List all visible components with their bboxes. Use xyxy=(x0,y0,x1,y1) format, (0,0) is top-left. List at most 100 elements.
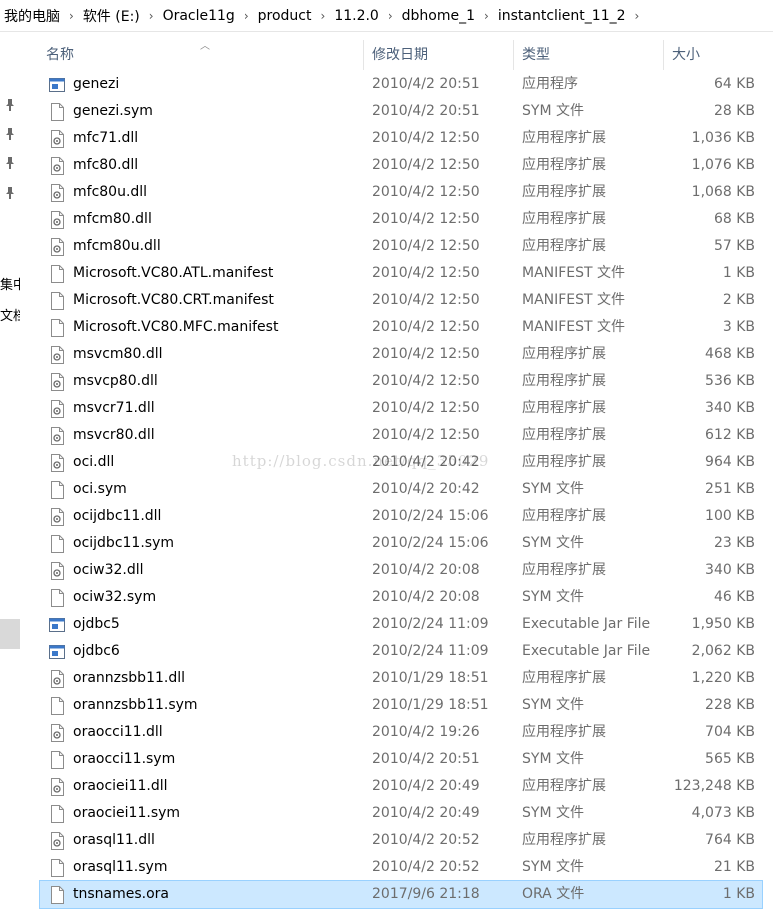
file-type: 应用程序扩展 xyxy=(522,670,606,686)
file-size: 764 KB xyxy=(705,832,755,848)
file-row[interactable]: mfcm80.dll 2010/4/2 12:50 应用程序扩展 68 KB xyxy=(40,206,762,233)
column-header-type[interactable]: 类型 xyxy=(514,40,664,70)
file-size: 2 KB xyxy=(722,292,755,308)
file-type: MANIFEST 文件 xyxy=(522,292,626,308)
file-type: 应用程序扩展 xyxy=(522,130,606,146)
pin-icon[interactable] xyxy=(5,187,15,199)
column-header-size[interactable]: 大小 xyxy=(664,40,762,70)
file-row[interactable]: Microsoft.VC80.CRT.manifest 2010/4/2 12:5… xyxy=(40,287,762,314)
breadcrumb-item[interactable]: Oracle11g xyxy=(161,8,237,24)
chevron-right-icon[interactable]: › xyxy=(237,9,256,23)
file-size: 340 KB xyxy=(705,562,755,578)
breadcrumb-item[interactable]: 11.2.0 xyxy=(332,8,381,24)
file-row[interactable]: orasql11.sym 2010/4/2 20:52 SYM 文件 21 KB xyxy=(40,854,762,881)
file-name: Microsoft.VC80.ATL.manifest xyxy=(73,265,274,281)
file-size: 4,073 KB xyxy=(691,805,755,821)
file-row[interactable]: oraociei11.sym 2010/4/2 20:49 SYM 文件 4,073 … xyxy=(40,800,762,827)
column-header-date[interactable]: 修改日期 xyxy=(364,40,514,70)
file-row[interactable]: msvcm80.dll 2010/4/2 12:50 应用程序扩展 468 KB xyxy=(40,341,762,368)
file-row[interactable]: Microsoft.VC80.MFC.manifest 2010/4/2 12:5… xyxy=(40,314,762,341)
chevron-right-icon[interactable]: › xyxy=(314,9,333,23)
file-row[interactable]: oraocci11.sym 2010/4/2 20:51 SYM 文件 565 KB xyxy=(40,746,762,773)
file-row[interactable]: oci.sym 2010/4/2 20:42 SYM 文件 251 KB xyxy=(40,476,762,503)
pin-icon[interactable] xyxy=(5,128,15,140)
file-row[interactable]: tnsnames.ora 2017/9/6 21:18 ORA 文件 1 KB xyxy=(39,880,763,909)
breadcrumb-item[interactable]: 我的电脑 xyxy=(0,6,62,26)
nav-item-label[interactable]: 集中 xyxy=(0,274,20,293)
file-name: orannzsbb11.dll xyxy=(73,670,185,686)
file-row[interactable]: mfcm80u.dll 2010/4/2 12:50 应用程序扩展 57 KB xyxy=(40,233,762,260)
file-icon xyxy=(48,319,66,337)
file-size: 28 KB xyxy=(713,103,755,119)
dll-icon xyxy=(48,724,66,742)
column-header-name[interactable]: ︿ 名称 xyxy=(40,40,364,70)
file-name: oraocci11.dll xyxy=(73,724,163,740)
chevron-right-icon[interactable]: › xyxy=(62,9,81,23)
file-row[interactable]: oraociei11.dll 2010/4/2 20:49 应用程序扩展 123,24… xyxy=(40,773,762,800)
file-date: 2010/4/2 12:50 xyxy=(372,130,480,146)
file-date: 2010/2/24 15:06 xyxy=(372,535,489,551)
file-type: SYM 文件 xyxy=(522,859,584,875)
file-date: 2010/4/2 20:52 xyxy=(372,832,480,848)
file-row[interactable]: msvcr71.dll 2010/4/2 12:50 应用程序扩展 340 KB xyxy=(40,395,762,422)
navigation-pane: 集中 文档 xyxy=(0,33,20,911)
application-icon xyxy=(48,616,66,634)
file-name: ociw32.dll xyxy=(73,562,144,578)
file-name: msvcr71.dll xyxy=(73,400,155,416)
file-row[interactable]: msvcr80.dll 2010/4/2 12:50 应用程序扩展 612 KB xyxy=(40,422,762,449)
file-row[interactable]: orannzsbb11.sym 2010/1/29 18:51 SYM 文件 228 … xyxy=(40,692,762,719)
file-row[interactable]: Microsoft.VC80.ATL.manifest 2010/4/2 12:5… xyxy=(40,260,762,287)
file-row[interactable]: ocijdbc11.sym 2010/2/24 15:06 SYM 文件 23 KB xyxy=(40,530,762,557)
chevron-right-icon[interactable]: › xyxy=(381,9,400,23)
file-row[interactable]: genezi 2010/4/2 20:51 应用程序 64 KB xyxy=(40,71,762,98)
file-row[interactable]: msvcp80.dll 2010/4/2 12:50 应用程序扩展 536 KB xyxy=(40,368,762,395)
file-name: Microsoft.VC80.CRT.manifest xyxy=(73,292,274,308)
file-icon xyxy=(48,265,66,283)
file-type: 应用程序扩展 xyxy=(522,157,606,173)
breadcrumb-item[interactable]: product xyxy=(256,8,314,24)
file-row[interactable]: mfc71.dll 2010/4/2 12:50 应用程序扩展 1,036 KB xyxy=(40,125,762,152)
dll-icon xyxy=(48,157,66,175)
file-type: 应用程序扩展 xyxy=(522,346,606,362)
dll-icon xyxy=(48,346,66,364)
file-size: 565 KB xyxy=(705,751,755,767)
file-row[interactable]: genezi.sym 2010/4/2 20:51 SYM 文件 28 KB xyxy=(40,98,762,125)
file-row[interactable]: ociw32.dll 2010/4/2 20:08 应用程序扩展 340 KB xyxy=(40,557,762,584)
file-row[interactable]: ociw32.sym 2010/4/2 20:08 SYM 文件 46 KB xyxy=(40,584,762,611)
file-size: 1,220 KB xyxy=(691,670,755,686)
file-date: 2010/4/2 19:26 xyxy=(372,724,480,740)
file-row[interactable]: oraocci11.dll 2010/4/2 19:26 应用程序扩展 704 KB xyxy=(40,719,762,746)
file-row[interactable]: ocijdbc11.dll 2010/2/24 15:06 应用程序扩展 100 KB xyxy=(40,503,762,530)
file-row[interactable]: mfc80.dll 2010/4/2 12:50 应用程序扩展 1,076 KB xyxy=(40,152,762,179)
file-size: 46 KB xyxy=(713,589,755,605)
file-type: MANIFEST 文件 xyxy=(522,319,626,335)
pin-icon[interactable] xyxy=(5,99,15,111)
nav-item-label[interactable]: 文档 xyxy=(0,305,20,324)
file-icon xyxy=(48,805,66,823)
file-row[interactable]: orasql11.dll 2010/4/2 20:52 应用程序扩展 764 KB xyxy=(40,827,762,854)
file-row[interactable]: orannzsbb11.dll 2010/1/29 18:51 应用程序扩展 1,22… xyxy=(40,665,762,692)
file-type: 应用程序扩展 xyxy=(522,778,606,794)
file-name: msvcr80.dll xyxy=(73,427,155,443)
file-row[interactable]: ojdbc5 2010/2/24 11:09 Executable Jar File… xyxy=(40,611,762,638)
dll-icon xyxy=(48,454,66,472)
file-date: 2010/4/2 12:50 xyxy=(372,346,480,362)
file-name: oraociei11.sym xyxy=(73,805,181,821)
file-size: 57 KB xyxy=(713,238,755,254)
nav-item-selected[interactable] xyxy=(0,619,20,649)
breadcrumb-item[interactable]: instantclient_11_2 xyxy=(496,8,628,24)
chevron-right-icon[interactable]: › xyxy=(628,9,647,23)
chevron-right-icon[interactable]: › xyxy=(142,9,161,23)
breadcrumb-item[interactable]: 软件 (E:) xyxy=(81,6,142,26)
breadcrumb-item[interactable]: dbhome_1 xyxy=(400,8,477,24)
file-row[interactable]: mfc80u.dll 2010/4/2 12:50 应用程序扩展 1,068 KB xyxy=(40,179,762,206)
file-date: 2010/4/2 12:50 xyxy=(372,292,480,308)
vertical-scrollbar[interactable] xyxy=(764,33,773,911)
file-row[interactable]: oci.dll 2010/4/2 20:42 应用程序扩展 964 KB xyxy=(40,449,762,476)
file-size: 468 KB xyxy=(705,346,755,362)
chevron-right-icon[interactable]: › xyxy=(477,9,496,23)
file-date: 2010/4/2 20:08 xyxy=(372,562,480,578)
file-row[interactable]: ojdbc6 2010/2/24 11:09 Executable Jar File… xyxy=(40,638,762,665)
file-name: oci.dll xyxy=(73,454,115,470)
pin-icon[interactable] xyxy=(5,157,15,169)
